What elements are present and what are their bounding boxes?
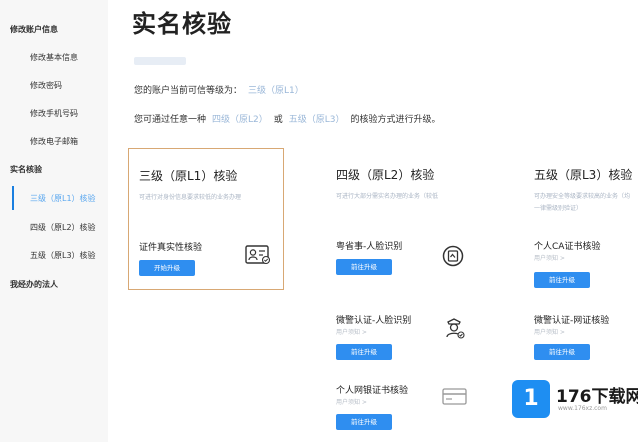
sidebar-active-indicator bbox=[12, 186, 14, 210]
l1-upgrade-button[interactable]: 开始升级 bbox=[139, 260, 195, 276]
method-bank-cert-notice[interactable]: 用户须知 > bbox=[336, 397, 367, 406]
sidebar-item-phone[interactable]: 修改手机号码 bbox=[30, 108, 78, 119]
card-l3-desc: 可办理安全等级要求较高的业务（均 bbox=[534, 193, 631, 200]
l3-wj-upgrade-button[interactable]: 前往升级 bbox=[534, 344, 590, 360]
upgrade-option-l3: 五级（原L3） bbox=[288, 115, 345, 125]
police-icon bbox=[446, 318, 465, 339]
user-name-blurred bbox=[134, 57, 186, 65]
trust-level-line: 您的账户当前可信等级为： 三级（原L1） bbox=[134, 83, 304, 96]
trust-level-prefix: 您的账户当前可信等级为： bbox=[134, 86, 243, 96]
upgrade-hint-line: 您可通过任意一种 四级（原L2） 或五级（原L3） 的核验方式进行升级。 bbox=[134, 112, 441, 125]
method-wj-netcert: 微警认证-网证核验 bbox=[534, 316, 610, 326]
face-scan-icon bbox=[442, 245, 464, 267]
site-watermark: 1 176下载网 www.176xz.com bbox=[512, 380, 638, 420]
sidebar-item-l3[interactable]: 五级（原L3）核验 bbox=[30, 250, 96, 261]
sidebar-item-l2[interactable]: 四级（原L2）核验 bbox=[30, 222, 96, 233]
l2-wj-upgrade-button[interactable]: 前往升级 bbox=[336, 344, 392, 360]
main-content: 实名核验 您的账户当前可信等级为： 三级（原L1） 您可通过任意一种 四级（原L2）… bbox=[108, 0, 638, 442]
sidebar-item-l1[interactable]: 三级（原L1）核验 bbox=[30, 193, 96, 204]
watermark-logo: 1 bbox=[512, 380, 550, 418]
sidebar: 修改账户信息 修改基本信息 修改密码 修改手机号码 修改电子邮箱 实名核验 三级… bbox=[0, 0, 108, 442]
card-l3-desc2: 一律需级别验证） bbox=[534, 205, 583, 212]
sidebar-group-verify[interactable]: 实名核验 bbox=[10, 164, 42, 175]
method-ca-cert: 个人CA证书核验 bbox=[534, 242, 601, 252]
card-l1-title: 三级（原L1）核验 bbox=[139, 169, 238, 183]
sidebar-group-legal[interactable]: 我经办的法人 bbox=[10, 279, 58, 290]
method-wj-face-notice[interactable]: 用户须知 > bbox=[336, 327, 367, 336]
upgrade-option-l2: 四级（原L2） bbox=[212, 115, 268, 125]
card-l2-desc: 可进行大部分需实名办理的业务（较低 bbox=[336, 193, 439, 200]
method-bank-cert: 个人网银证书核验 bbox=[336, 386, 409, 396]
l2-bank-upgrade-button[interactable]: 前往升级 bbox=[336, 414, 392, 430]
l2-yss-upgrade-button[interactable]: 前往升级 bbox=[336, 259, 392, 275]
bank-card-icon bbox=[442, 388, 467, 405]
sidebar-item-password[interactable]: 修改密码 bbox=[30, 80, 62, 91]
method-yss-face: 粤省事-人脸识别 bbox=[336, 242, 403, 252]
trust-level-value: 三级（原L1） bbox=[248, 86, 304, 96]
watermark-url: www.176xz.com bbox=[558, 405, 607, 412]
method-wj-face: 微警认证-人脸识别 bbox=[336, 316, 412, 326]
card-l2-title: 四级（原L2）核验 bbox=[336, 168, 435, 182]
card-l1: 三级（原L1）核验 可进行对身份信息要求较低的业务办理 证件真实性核验 开始升级 bbox=[128, 148, 284, 290]
upgrade-hint-prefix: 您可通过任意一种 bbox=[134, 115, 207, 125]
method-ca-cert-notice[interactable]: 用户须知 > bbox=[534, 253, 565, 262]
page-title: 实名核验 bbox=[132, 10, 232, 38]
card-l1-desc: 可进行对身份信息要求较低的业务办理 bbox=[139, 194, 242, 201]
id-card-icon bbox=[245, 245, 271, 265]
sidebar-group-account[interactable]: 修改账户信息 bbox=[10, 24, 58, 35]
watermark-brand: 176下载网 bbox=[556, 387, 638, 407]
method-wj-netcert-notice[interactable]: 用户须知 > bbox=[534, 327, 565, 336]
l3-ca-upgrade-button[interactable]: 前往升级 bbox=[534, 272, 590, 288]
sidebar-item-basic-info[interactable]: 修改基本信息 bbox=[30, 52, 78, 63]
upgrade-hint-suffix: 的核验方式进行升级。 bbox=[350, 115, 441, 125]
upgrade-or: 或 bbox=[273, 115, 283, 125]
sidebar-item-email[interactable]: 修改电子邮箱 bbox=[30, 136, 78, 147]
method-cert-verify: 证件真实性核验 bbox=[139, 243, 203, 253]
card-l3-title: 五级（原L3）核验 bbox=[534, 168, 633, 182]
